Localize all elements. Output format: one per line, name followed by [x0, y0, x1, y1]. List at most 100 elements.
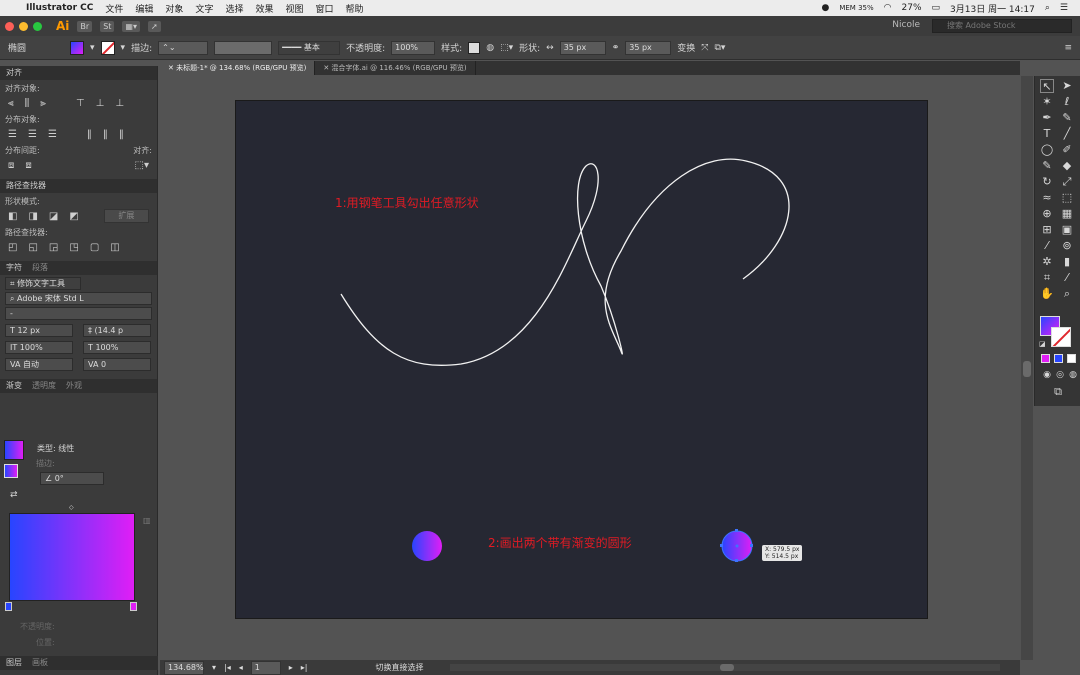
zoom-tool-icon[interactable]: ⌕ — [1060, 287, 1074, 301]
tab-gradient[interactable]: 渐变 — [6, 379, 22, 393]
height-field[interactable]: 35 px — [625, 40, 672, 55]
pathfinder-panel-header[interactable]: 路径查找器 — [0, 179, 157, 193]
user-account[interactable]: Nicole — [892, 20, 920, 30]
stock-search-input[interactable]: 搜索 Adobe Stock — [932, 19, 1072, 33]
touch-type-tool-button[interactable]: ⌗ 修饰文字工具 — [5, 277, 81, 290]
tab-artboards[interactable]: 画板 — [32, 656, 48, 670]
zoom-field[interactable]: 134.68% — [164, 660, 204, 675]
align-to-select-icon[interactable]: ⬚▾ — [135, 160, 149, 171]
stroke-profile-select[interactable]: ━━━━ 基本 — [278, 40, 341, 55]
expand-button[interactable]: 扩展 — [103, 209, 149, 223]
artboard-number-field[interactable]: 1 — [250, 660, 281, 675]
tracking-field[interactable]: VA 0 — [83, 358, 151, 371]
horizontal-scrollbar[interactable] — [450, 664, 1000, 671]
prev-artboard-icon[interactable]: ◂ — [239, 663, 243, 672]
font-family-select[interactable]: ⌕ Adobe 宋体 Std L — [5, 292, 152, 305]
intersect-icon[interactable]: ◪ — [49, 211, 58, 222]
battery-icon[interactable]: ▭ — [932, 3, 941, 13]
eraser-tool-icon[interactable]: ◆ — [1060, 159, 1074, 173]
horizontal-scale-field[interactable]: T 100% — [83, 341, 151, 354]
eyedropper-tool-icon[interactable]: ⁄ — [1040, 239, 1054, 253]
vertical-scroll-thumb[interactable] — [1023, 361, 1031, 377]
pen-tool-icon[interactable]: ✒ — [1040, 111, 1054, 125]
stock-button[interactable]: St — [100, 20, 115, 32]
tab-paragraph[interactable]: 段落 — [32, 261, 48, 275]
gradient-type-select[interactable]: 线性 — [58, 444, 74, 453]
tab-layers[interactable]: 图层 — [6, 656, 22, 670]
unite-icon[interactable]: ◧ — [8, 211, 17, 222]
chevron-down-icon[interactable]: ▾ — [90, 43, 95, 53]
chevron-down-icon[interactable]: ▾ — [212, 663, 216, 672]
align-panel-header[interactable]: 对齐 — [0, 66, 157, 80]
none-mode-icon[interactable] — [1067, 354, 1076, 363]
delete-stop-icon[interactable]: ▥ — [143, 516, 151, 525]
hand-tool-icon[interactable]: ✋ — [1040, 287, 1054, 301]
variable-width-field[interactable] — [214, 40, 273, 55]
spotlight-icon[interactable]: ⌕ — [1045, 3, 1050, 13]
draw-behind-icon[interactable]: ◎ — [1053, 368, 1067, 382]
type-tool-icon[interactable]: T — [1040, 127, 1054, 141]
menu-window[interactable]: 窗口 — [315, 2, 333, 15]
perspective-grid-tool-icon[interactable]: ▦ — [1060, 207, 1074, 221]
mesh-tool-icon[interactable]: ⊞ — [1040, 223, 1054, 237]
next-artboard-icon[interactable]: ▸ — [289, 663, 293, 672]
first-artboard-icon[interactable]: |◂ — [224, 663, 231, 672]
zoom-window-button[interactable] — [33, 21, 42, 31]
menu-edit[interactable]: 编辑 — [135, 2, 153, 15]
transform-icon[interactable]: ⤧ — [701, 43, 708, 53]
width-tool-icon[interactable]: ≈ — [1040, 191, 1054, 205]
battery-percent[interactable]: 27% — [902, 3, 922, 13]
menu-help[interactable]: 帮助 — [346, 2, 364, 15]
horizontal-scroll-thumb[interactable] — [720, 664, 734, 671]
paintbrush-tool-icon[interactable]: ✐ — [1060, 143, 1074, 157]
rotate-tool-icon[interactable]: ↻ — [1040, 175, 1054, 189]
menu-select[interactable]: 选择 — [225, 2, 243, 15]
font-size-field[interactable]: T 12 px — [5, 324, 73, 337]
stroke-color-box[interactable] — [1051, 327, 1071, 347]
fill-swatch[interactable] — [70, 40, 84, 55]
character-panel-header[interactable]: 字符 段落 — [0, 261, 157, 275]
datetime[interactable]: 3月13日 周一 14:17 — [950, 2, 1035, 15]
menu-view[interactable]: 视图 — [285, 2, 303, 15]
last-artboard-icon[interactable]: ▸| — [301, 663, 308, 672]
exclude-icon[interactable]: ◩ — [69, 211, 78, 222]
align-hcenter-icon[interactable]: ⫼ — [25, 98, 30, 109]
minimize-window-button[interactable] — [19, 21, 28, 31]
chevron-down-icon[interactable]: ▾ — [121, 43, 126, 53]
gradient-preview-swatch[interactable] — [4, 440, 24, 460]
stroke-weight-field[interactable]: ⌃⌄ — [158, 40, 209, 55]
layers-panel-header[interactable]: 图层 画板 — [0, 656, 158, 670]
draw-inside-icon[interactable]: ◍ — [1066, 368, 1080, 382]
distribute-bottom-icon[interactable]: ☰ — [48, 129, 57, 140]
merge-icon[interactable]: ◲ — [49, 242, 58, 253]
tab-character[interactable]: 字符 — [6, 261, 22, 275]
menu-file[interactable]: 文件 — [105, 2, 123, 15]
symbol-sprayer-tool-icon[interactable]: ✲ — [1040, 255, 1054, 269]
trim-icon[interactable]: ◱ — [28, 242, 37, 253]
vertical-scale-field[interactable]: IT 100% — [5, 341, 73, 354]
mem-indicator[interactable]: MEM 35% — [839, 4, 873, 12]
close-window-button[interactable] — [5, 21, 14, 31]
stroke-swatch[interactable] — [100, 40, 115, 55]
transform-label[interactable]: 变换 — [677, 41, 695, 54]
artboard[interactable]: 1:用钢笔工具勾出任意形状 2:画出两个带有渐变的圆形 X: 579.5 px … — [235, 100, 928, 619]
tab-document-mixed-font[interactable]: ✕ 混合字体.ai @ 116.46% (RGB/GPU 预览) — [315, 61, 476, 75]
graph-tool-icon[interactable]: ▮ — [1060, 255, 1074, 269]
vertical-spacing-icon[interactable]: ⧈ — [8, 160, 14, 171]
direct-selection-tool-icon[interactable]: ➤ — [1060, 79, 1074, 93]
app-menu[interactable]: Illustrator CC — [26, 3, 93, 13]
shape-builder-tool-icon[interactable]: ⊕ — [1040, 207, 1054, 221]
gradient-midpoint-icon[interactable]: ◇ — [69, 504, 74, 511]
kerning-field[interactable]: VA 自动 — [5, 358, 73, 371]
shaper-tool-icon[interactable]: ✎ — [1040, 159, 1054, 173]
crop-icon[interactable]: ◳ — [69, 242, 78, 253]
curvature-tool-icon[interactable]: ✎ — [1060, 111, 1074, 125]
qq-icon[interactable]: ● — [821, 3, 829, 13]
free-transform-tool-icon[interactable]: ⬚ — [1060, 191, 1074, 205]
align-bottom-icon[interactable]: ⊥ — [115, 98, 124, 109]
opacity-field[interactable]: 100% — [391, 40, 436, 55]
gradient-mode-icon[interactable] — [1054, 354, 1063, 363]
gradient-angle-field[interactable]: ∠ 0° — [40, 472, 104, 485]
gradient-slider-preview[interactable] — [9, 513, 135, 601]
minus-back-icon[interactable]: ◫ — [110, 242, 119, 253]
